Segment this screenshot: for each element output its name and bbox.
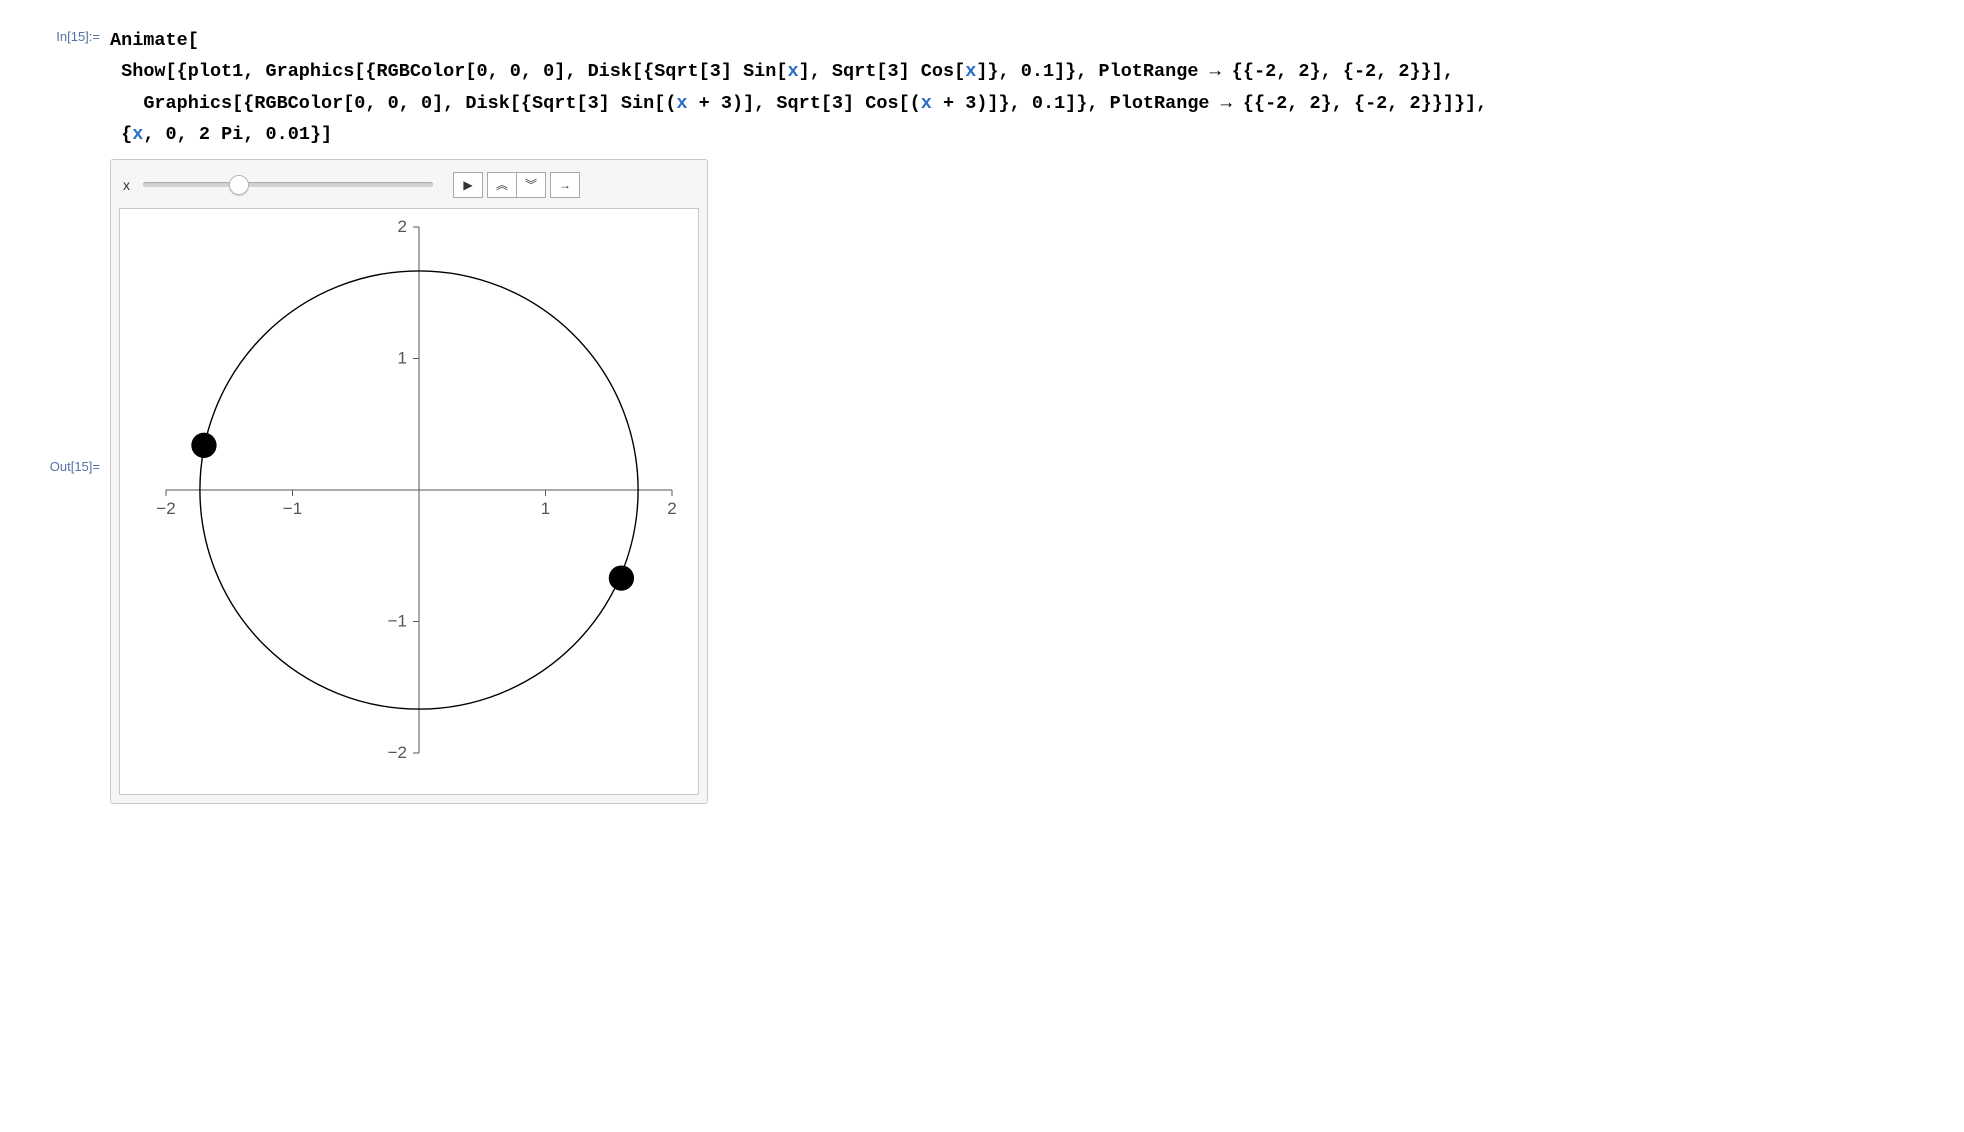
svg-text:−1: −1 — [283, 499, 302, 518]
plot-area: −2 −1 1 2 −2 −1 1 2 — [119, 208, 699, 795]
animation-slider[interactable] — [143, 176, 433, 194]
animate-panel: x ▶ ︽ ︾ — [110, 159, 708, 804]
svg-text:2: 2 — [667, 499, 676, 518]
direction-button[interactable]: → — [550, 172, 580, 198]
direction-icon: → — [559, 178, 571, 192]
out-label: Out[15]= — [20, 159, 110, 474]
animation-buttons: ▶ ︽ ︾ → — [453, 172, 580, 198]
input-cell: In[15]:= Animate[ Show[{plot1, Graphics[… — [20, 25, 1944, 151]
faster-icon: ︽ — [496, 176, 508, 193]
play-icon: ▶ — [463, 178, 472, 192]
svg-text:−2: −2 — [388, 743, 407, 762]
svg-text:−2: −2 — [156, 499, 175, 518]
slower-button[interactable]: ︾ — [517, 172, 546, 198]
slider-thumb[interactable] — [229, 175, 249, 195]
plot-svg: −2 −1 1 2 −2 −1 1 2 — [126, 217, 692, 783]
svg-text:2: 2 — [398, 217, 407, 236]
svg-text:−1: −1 — [388, 611, 407, 630]
output-cell: Out[15]= x ▶ ︽ ︾ — [20, 159, 1944, 804]
in-label: In[15]:= — [20, 25, 110, 44]
input-code[interactable]: Animate[ Show[{plot1, Graphics[{RGBColor… — [110, 25, 1944, 151]
faster-button[interactable]: ︽ — [487, 172, 517, 198]
slider-var-label: x — [123, 177, 137, 193]
play-button[interactable]: ▶ — [453, 172, 483, 198]
slower-icon: ︾ — [525, 176, 537, 193]
animate-controls: x ▶ ︽ ︾ — [119, 168, 699, 208]
slider-track — [143, 182, 433, 187]
svg-text:1: 1 — [398, 348, 407, 367]
svg-text:1: 1 — [541, 499, 550, 518]
